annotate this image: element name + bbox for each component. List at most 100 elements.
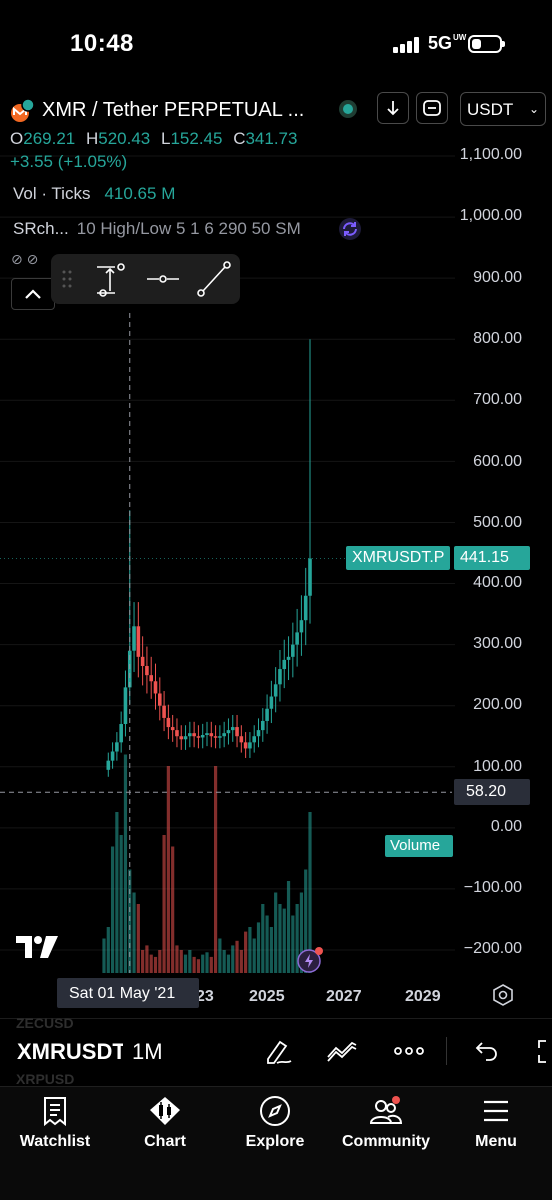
candle-body — [269, 696, 274, 709]
nav-community[interactable]: Community — [331, 1095, 441, 1165]
candle-body — [248, 742, 252, 749]
volume-bar — [115, 812, 119, 973]
hidden-indicators-icon[interactable]: ⊘ ⊘ — [11, 251, 38, 268]
volume-bar — [149, 954, 153, 973]
ohlc-legend: O269.21 H520.43 L152.45 C341.73 — [10, 129, 298, 148]
loading-icon — [338, 217, 362, 241]
volume-bar — [218, 938, 222, 973]
y-tick: 900.00 — [473, 269, 522, 286]
volume-bar — [192, 956, 196, 973]
candle-body — [175, 730, 179, 737]
undo-button[interactable] — [468, 1033, 504, 1069]
compare-button[interactable] — [416, 92, 448, 124]
candle-body — [239, 736, 244, 743]
volume-bar — [205, 952, 209, 973]
scroll-ghost-symbol: XRPUSD — [16, 1071, 75, 1087]
indicators-button[interactable] — [324, 1033, 360, 1069]
nav-menu-label: Menu — [475, 1133, 517, 1150]
last-price-label: 441.15 — [454, 546, 530, 570]
x-tick: 2025 — [249, 988, 285, 1005]
sr-indicator-legend[interactable]: SRch... 10 High/Low 5 1 6 290 50 SM — [13, 219, 301, 239]
candle-body — [157, 693, 162, 706]
drawing-tools-button[interactable] — [260, 1033, 296, 1069]
status-time: 10:48 — [70, 30, 134, 57]
trend-line-tool-icon[interactable] — [197, 261, 231, 297]
volume-bar — [256, 922, 261, 973]
crosshair-price-label: 58.20 — [454, 779, 530, 805]
bottom-navigation: Watchlist Chart Explore Community Menu — [0, 1086, 552, 1200]
volume-bar — [248, 927, 252, 973]
candle-body — [265, 708, 269, 721]
nav-chart-label: Chart — [144, 1133, 186, 1150]
volume-bar — [162, 835, 166, 973]
y-tick: 300.00 — [473, 635, 522, 652]
candle-body — [200, 735, 205, 738]
volume-bar — [278, 904, 282, 973]
volume-bar — [141, 950, 145, 973]
candle-body — [308, 558, 312, 596]
more-button[interactable] — [391, 1033, 427, 1069]
candle-body — [282, 659, 287, 670]
price-range-tool-icon[interactable] — [97, 263, 125, 297]
drag-handle-icon[interactable] — [62, 270, 72, 288]
interval-button[interactable]: 1M — [132, 1039, 163, 1065]
volume-bar — [136, 904, 140, 973]
battery-icon — [468, 35, 505, 53]
volume-bar — [269, 927, 273, 973]
candle-body — [260, 720, 265, 731]
nav-watchlist[interactable]: Watchlist — [0, 1095, 110, 1165]
volume-bar — [274, 892, 278, 973]
nav-community-label: Community — [342, 1133, 430, 1150]
y-tick: 100.00 — [473, 758, 522, 775]
volume-bar — [102, 938, 106, 973]
y-tick: 500.00 — [473, 514, 522, 531]
candle-body — [226, 730, 231, 734]
price-change: +3.55 (+1.05%) — [10, 152, 128, 171]
y-tick: 1,100.00 — [459, 146, 522, 163]
nav-explore[interactable]: Explore — [220, 1095, 330, 1165]
volume-indicator-legend[interactable]: Vol · Ticks 410.65 M — [13, 184, 175, 204]
candle-body — [123, 687, 128, 725]
nav-watchlist-label: Watchlist — [19, 1133, 91, 1150]
lightning-icon[interactable] — [296, 946, 324, 974]
candle-body — [106, 760, 111, 770]
tradingview-logo[interactable] — [16, 936, 58, 958]
volume-bar — [183, 954, 188, 973]
candle-body — [273, 684, 278, 697]
volume-bar — [153, 956, 158, 973]
download-button[interactable] — [377, 92, 409, 124]
chart-settings-icon[interactable] — [492, 984, 514, 1006]
candle-body — [252, 736, 257, 743]
candle-body — [222, 733, 226, 737]
volume-bar — [222, 950, 226, 973]
more-dots-icon — [394, 1047, 424, 1055]
collapse-legend-button[interactable] — [11, 278, 55, 310]
candle-body — [179, 736, 184, 740]
signal-icon — [393, 37, 419, 53]
fullscreen-button[interactable] — [528, 1033, 552, 1069]
candle-body — [218, 736, 222, 738]
chart-area[interactable]: XMR / Tether PERPETUAL ... USDT ⌄ O269.2… — [0, 88, 552, 1018]
volume-bar — [175, 945, 179, 973]
y-tick: 800.00 — [473, 330, 522, 347]
nav-menu[interactable]: Menu — [441, 1095, 551, 1165]
candle-body — [188, 733, 192, 737]
drawing-toolbar[interactable] — [51, 254, 240, 304]
candle-body — [299, 620, 304, 633]
symbol-header[interactable]: XMR / Tether PERPETUAL ... — [10, 94, 304, 126]
volume-bar — [239, 950, 243, 973]
candle-body — [291, 644, 295, 657]
chevron-up-icon — [25, 289, 41, 299]
volume-bar — [252, 938, 256, 973]
horizontal-line-tool-icon[interactable] — [147, 275, 179, 283]
symbol-title[interactable]: XMR / Tether PERPETUAL ... — [42, 99, 304, 122]
symbol-search-button[interactable]: XMRUSDT.P — [17, 1039, 123, 1065]
market-status-icon[interactable] — [339, 100, 357, 118]
candle-body — [149, 675, 154, 682]
monero-logo-icon — [10, 97, 36, 123]
volume-bar — [179, 950, 183, 973]
currency-select[interactable]: USDT ⌄ — [460, 92, 546, 126]
y-tick: 0.00 — [490, 818, 522, 835]
volume-pane-label[interactable]: Volume — [385, 835, 453, 857]
nav-chart[interactable]: Chart — [110, 1095, 220, 1165]
